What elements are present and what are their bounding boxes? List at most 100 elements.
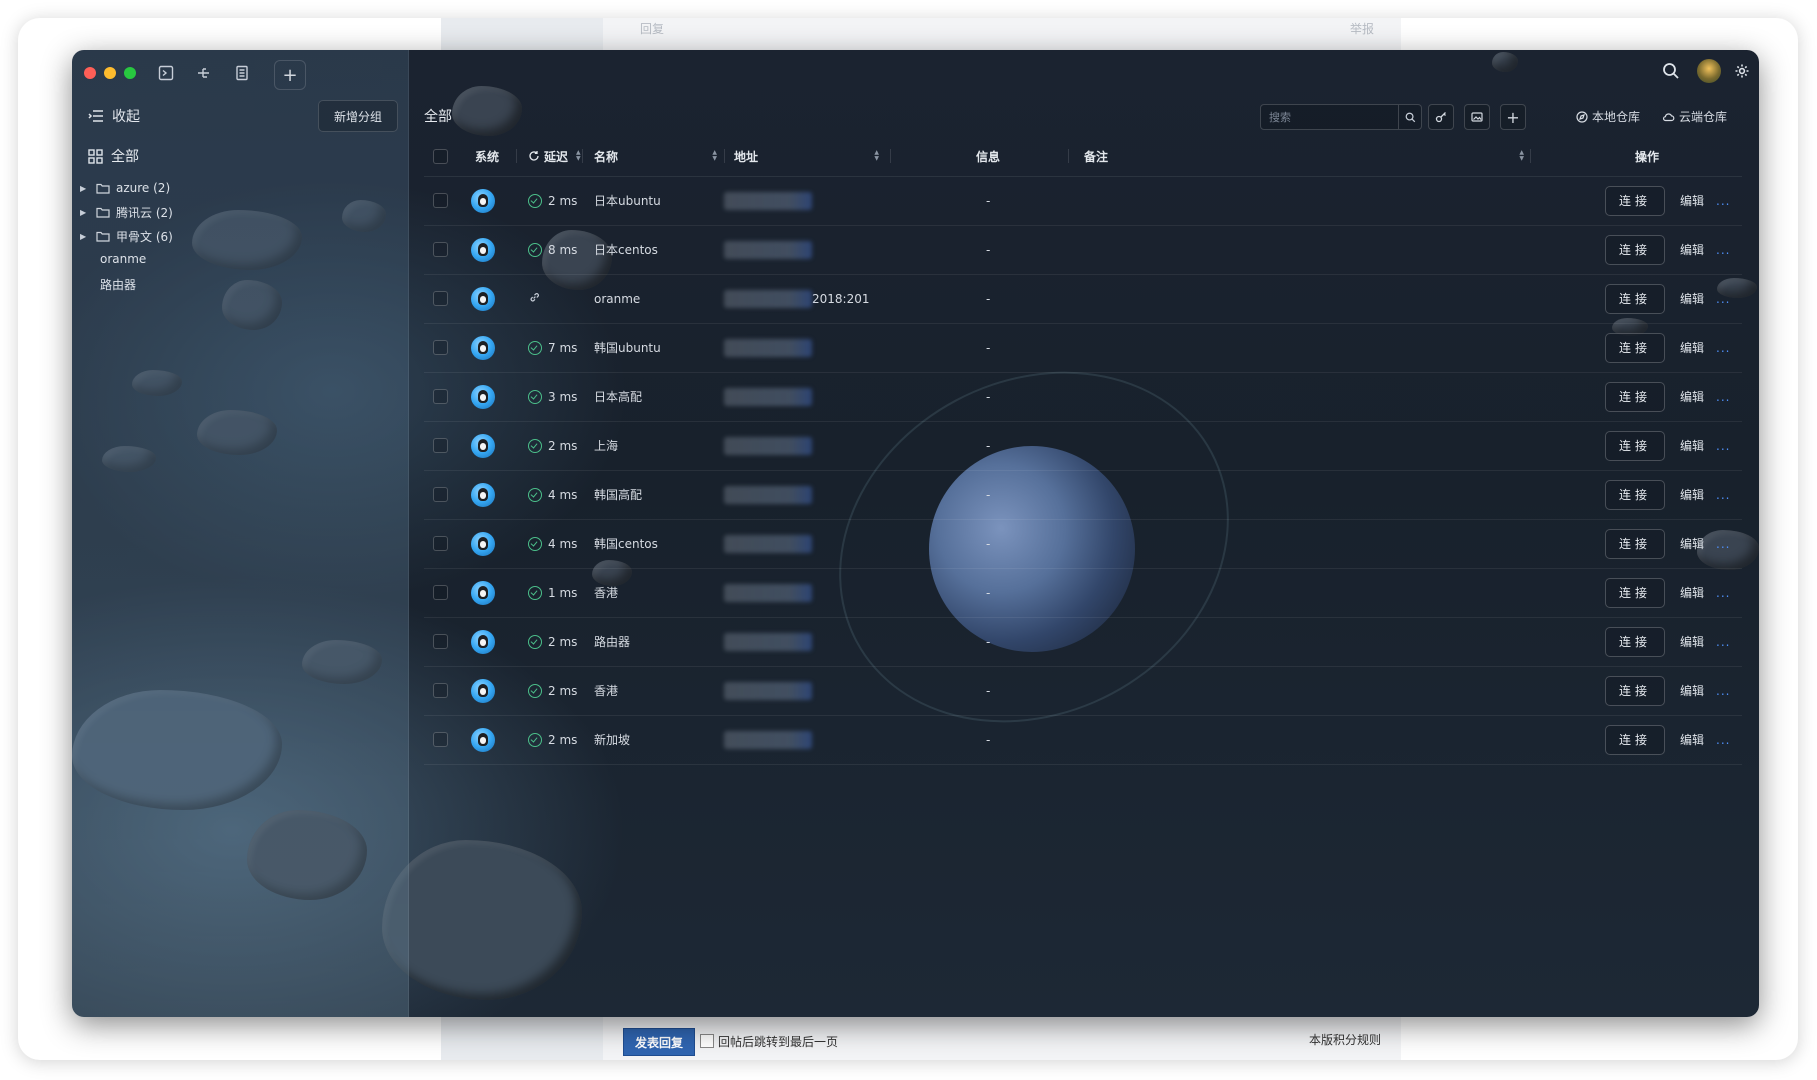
expand-arrow-icon[interactable]: ▶ — [80, 208, 90, 217]
new-group-button[interactable]: 新增分组 — [318, 100, 398, 132]
collapse-sidebar-button[interactable]: 收起 — [88, 106, 140, 126]
edit-button[interactable]: 编辑 — [1680, 290, 1704, 307]
row-checkbox[interactable] — [433, 372, 448, 421]
table-row[interactable]: 2 ms 香港 - 连接 编辑 ... — [424, 666, 1742, 716]
table-row[interactable]: 2 ms 上海 - 连接 编辑 ... — [424, 421, 1742, 471]
tree-group-oracle[interactable]: ▶ 甲骨文 (6) — [80, 226, 173, 246]
background-report-link[interactable]: 举报 — [1350, 20, 1374, 37]
row-checkbox[interactable] — [433, 421, 448, 470]
connect-button[interactable]: 连接 — [1605, 234, 1665, 265]
table-row[interactable]: 2 ms 路由器 - 连接 编辑 ... — [424, 617, 1742, 667]
column-latency[interactable]: 延迟 ▲ ▼ — [528, 136, 581, 176]
post-reply-button[interactable]: 发表回复 — [623, 1028, 695, 1056]
cloud-repo-tab[interactable]: 云端仓库 — [1662, 108, 1727, 125]
more-actions-button[interactable]: ... — [1716, 635, 1730, 649]
document-icon[interactable] — [232, 63, 252, 83]
edit-button[interactable]: 编辑 — [1680, 437, 1704, 454]
row-checkbox[interactable] — [433, 617, 448, 666]
table-row[interactable]: 4 ms 韩国高配 - 连接 编辑 ... — [424, 470, 1742, 520]
row-checkbox[interactable] — [433, 519, 448, 568]
more-actions-button[interactable]: ... — [1716, 537, 1730, 551]
edit-button[interactable]: 编辑 — [1680, 731, 1704, 748]
edit-button[interactable]: 编辑 — [1680, 486, 1704, 503]
search-submit-icon[interactable] — [1398, 105, 1421, 129]
tree-view-icon[interactable] — [194, 63, 214, 83]
connect-button[interactable]: 连接 — [1605, 724, 1665, 755]
row-checkbox[interactable] — [433, 470, 448, 519]
points-rules-link[interactable]: 本版积分规则 — [1309, 1031, 1381, 1048]
connect-button[interactable]: 连接 — [1605, 332, 1665, 363]
tree-host-oranme[interactable]: oranme — [100, 252, 146, 266]
tree-group-tencent-cloud[interactable]: ▶ 腾讯云 (2) — [80, 202, 173, 222]
search-icon[interactable] — [1662, 62, 1680, 80]
local-repo-tab[interactable]: 本地仓库 — [1576, 108, 1640, 125]
sort-icon[interactable]: ▲ ▼ — [576, 150, 581, 162]
add-host-button[interactable]: + — [1500, 104, 1526, 130]
edit-button[interactable]: 编辑 — [1680, 633, 1704, 650]
terminal-icon[interactable] — [156, 63, 176, 83]
row-checkbox[interactable] — [433, 274, 448, 323]
edit-button[interactable]: 编辑 — [1680, 339, 1704, 356]
sort-icon[interactable]: ▲ ▼ — [874, 150, 879, 162]
select-all-checkbox[interactable] — [433, 136, 448, 176]
table-row[interactable]: 4 ms 韩国centos - 连接 编辑 ... — [424, 519, 1742, 569]
edit-button[interactable]: 编辑 — [1680, 241, 1704, 258]
table-row[interactable]: 2 ms 新加坡 - 连接 编辑 ... — [424, 715, 1742, 765]
edit-button[interactable]: 编辑 — [1680, 535, 1704, 552]
tree-group-azure[interactable]: ▶ azure (2) — [80, 178, 170, 198]
table-row[interactable]: 8 ms 日本centos - 连接 编辑 ... — [424, 225, 1742, 275]
row-checkbox[interactable] — [433, 568, 448, 617]
all-hosts-node[interactable]: 全部 — [88, 146, 139, 166]
new-tab-button[interactable]: + — [274, 60, 306, 90]
connect-button[interactable]: 连接 — [1605, 479, 1665, 510]
edit-button[interactable]: 编辑 — [1680, 388, 1704, 405]
row-checkbox[interactable] — [433, 715, 448, 764]
tree-host-router[interactable]: 路由器 — [100, 276, 136, 293]
connect-button[interactable]: 连接 — [1605, 528, 1665, 559]
table-row[interactable]: 3 ms 日本高配 - 连接 编辑 ... — [424, 372, 1742, 422]
table-row[interactable]: 7 ms 韩国ubuntu - 连接 编辑 ... — [424, 323, 1742, 373]
edit-button[interactable]: 编辑 — [1680, 682, 1704, 699]
connect-button[interactable]: 连接 — [1605, 430, 1665, 461]
connect-button[interactable]: 连接 — [1605, 381, 1665, 412]
edit-button[interactable]: 编辑 — [1680, 192, 1704, 209]
connect-button[interactable]: 连接 — [1605, 577, 1665, 608]
column-note[interactable]: 备注 ▲ ▼ — [1084, 136, 1524, 176]
more-actions-button[interactable]: ... — [1716, 439, 1730, 453]
table-row[interactable]: oranme 2018:201 - 连接 编辑 ... — [424, 274, 1742, 324]
more-actions-button[interactable]: ... — [1716, 390, 1730, 404]
more-actions-button[interactable]: ... — [1716, 243, 1730, 257]
row-checkbox[interactable] — [433, 666, 448, 715]
connect-button[interactable]: 连接 — [1605, 283, 1665, 314]
gear-icon[interactable] — [1734, 63, 1750, 79]
more-actions-button[interactable]: ... — [1716, 586, 1730, 600]
more-actions-button[interactable]: ... — [1716, 341, 1730, 355]
row-checkbox[interactable] — [433, 176, 448, 225]
sort-icon[interactable]: ▲ ▼ — [1519, 150, 1524, 162]
background-reply-link[interactable]: 回复 — [640, 20, 664, 37]
column-address[interactable]: 地址 ▲ ▼ — [734, 136, 879, 176]
more-actions-button[interactable]: ... — [1716, 488, 1730, 502]
column-name[interactable]: 名称 ▲ ▼ — [594, 136, 717, 176]
sort-icon[interactable]: ▲ ▼ — [712, 150, 717, 162]
more-actions-button[interactable]: ... — [1716, 292, 1730, 306]
row-checkbox[interactable] — [433, 323, 448, 372]
jump-to-last-page-checkbox[interactable] — [700, 1034, 714, 1048]
connect-button[interactable]: 连接 — [1605, 626, 1665, 657]
more-actions-button[interactable]: ... — [1716, 194, 1730, 208]
user-avatar[interactable] — [1697, 59, 1721, 83]
expand-arrow-icon[interactable]: ▶ — [80, 184, 90, 193]
connect-button[interactable]: 连接 — [1605, 675, 1665, 706]
key-manager-button[interactable] — [1428, 104, 1454, 130]
minimize-window-button[interactable] — [104, 67, 116, 79]
row-checkbox[interactable] — [433, 225, 448, 274]
close-window-button[interactable] — [84, 67, 96, 79]
snippets-button[interactable] — [1464, 104, 1490, 130]
more-actions-button[interactable]: ... — [1716, 733, 1730, 747]
connect-button[interactable]: 连接 — [1605, 185, 1665, 216]
edit-button[interactable]: 编辑 — [1680, 584, 1704, 601]
maximize-window-button[interactable] — [124, 67, 136, 79]
refresh-icon[interactable] — [528, 150, 540, 162]
search-input[interactable] — [1261, 109, 1399, 125]
more-actions-button[interactable]: ... — [1716, 684, 1730, 698]
